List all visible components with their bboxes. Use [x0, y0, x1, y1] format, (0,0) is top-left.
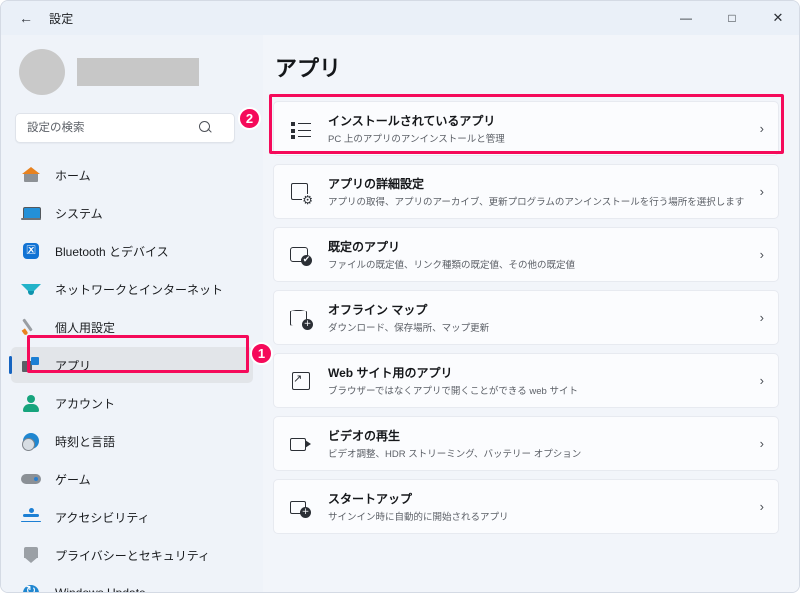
sidebar-item-label: アカウント: [55, 396, 116, 411]
sidebar: ホーム システム Bluetooth とデバイス ネットワークとインターネット …: [1, 35, 263, 593]
chevron-right-icon: ›: [759, 499, 764, 514]
accessibility-icon: [21, 507, 41, 527]
sidebar-item-apps[interactable]: アプリ: [9, 347, 253, 383]
bluetooth-icon: [21, 241, 41, 261]
sidebar-item-windows-update[interactable]: Windows Update: [11, 575, 253, 593]
row-text: 既定のアプリ ファイルの既定値、リンク種類の既定値、その他の既定値: [328, 238, 752, 271]
annotation-badge-1: 1: [250, 342, 273, 365]
default-app-check-icon: [290, 244, 312, 266]
sidebar-item-system[interactable]: システム: [11, 195, 253, 231]
title-bar: ← 設定 — □ ✕: [1, 1, 799, 35]
sidebar-item-accounts[interactable]: アカウント: [11, 385, 253, 421]
row-title: 既定のアプリ: [328, 240, 401, 254]
sidebar-item-accessibility[interactable]: アクセシビリティ: [11, 499, 253, 535]
sidebar-item-label: アプリ: [55, 358, 92, 373]
chevron-right-icon: ›: [759, 310, 764, 325]
row-text: オフライン マップ ダウンロード、保存場所、マップ更新: [328, 301, 752, 334]
row-default-apps[interactable]: 既定のアプリ ファイルの既定値、リンク種類の既定値、その他の既定値 ›: [273, 227, 779, 282]
row-advanced-app-settings[interactable]: アプリの詳細設定 アプリの取得、アプリのアーカイブ、更新プログラムのアンインスト…: [273, 164, 779, 219]
row-subtitle: サインイン時に自動的に開始されるアプリ: [328, 512, 509, 523]
search-icon[interactable]: [196, 118, 216, 138]
account-name-redacted: [77, 58, 199, 86]
account-block[interactable]: [19, 49, 263, 95]
row-title: インストールされているアプリ: [328, 114, 496, 128]
sidebar-item-time-language[interactable]: 時刻と言語: [11, 423, 253, 459]
row-subtitle: ファイルの既定値、リンク種類の既定値、その他の既定値: [328, 260, 576, 271]
sidebar-item-privacy-security[interactable]: プライバシーとセキュリティ: [11, 537, 253, 573]
sidebar-item-home[interactable]: ホーム: [11, 157, 253, 193]
paintbrush-icon: [21, 317, 41, 337]
row-text: インストールされているアプリ PC 上のアプリのアンインストールと管理: [328, 112, 752, 145]
clock-globe-icon: [21, 431, 41, 451]
window-title: 設定: [49, 11, 74, 26]
shield-icon: [21, 545, 41, 565]
sidebar-item-label: ゲーム: [55, 472, 91, 487]
row-text: アプリの詳細設定 アプリの取得、アプリのアーカイブ、更新プログラムのアンインスト…: [328, 175, 752, 208]
app-list-icon: [290, 118, 312, 140]
sidebar-item-label: システム: [55, 206, 103, 221]
row-apps-for-websites[interactable]: Web サイト用のアプリ ブラウザーではなくアプリで開くことができる web サ…: [273, 353, 779, 408]
row-subtitle: PC 上のアプリのアンインストールと管理: [328, 134, 505, 145]
row-text: Web サイト用のアプリ ブラウザーではなくアプリで開くことができる web サ…: [328, 364, 752, 397]
chevron-right-icon: ›: [759, 121, 764, 136]
sidebar-item-label: ホーム: [55, 168, 91, 183]
chevron-right-icon: ›: [759, 247, 764, 262]
sidebar-item-label: プライバシーとセキュリティ: [55, 548, 211, 563]
close-button[interactable]: ✕: [755, 1, 799, 35]
row-title: オフライン マップ: [328, 303, 428, 317]
settings-window: ← 設定 — □ ✕ ホーム システム: [0, 0, 800, 593]
apps-icon: [21, 355, 41, 375]
row-subtitle: ブラウザーではなくアプリで開くことができる web サイト: [328, 386, 578, 397]
row-startup[interactable]: スタートアップ サインイン時に自動的に開始されるアプリ ›: [273, 479, 779, 534]
row-title: アプリの詳細設定: [328, 177, 425, 191]
row-subtitle: アプリの取得、アプリのアーカイブ、更新プログラムのアンインストールを行う場所を選…: [328, 197, 745, 208]
sidebar-item-personalization[interactable]: 個人用設定: [11, 309, 253, 345]
video-camera-icon: [290, 433, 312, 455]
row-title: ビデオの再生: [328, 429, 401, 443]
sidebar-item-label: アクセシビリティ: [55, 510, 150, 525]
chevron-right-icon: ›: [759, 436, 764, 451]
row-subtitle: ダウンロード、保存場所、マップ更新: [328, 323, 490, 334]
sidebar-item-label: Bluetooth とデバイス: [55, 244, 169, 259]
row-title: スタートアップ: [328, 492, 413, 506]
sidebar-item-bluetooth-devices[interactable]: Bluetooth とデバイス: [11, 233, 253, 269]
chevron-right-icon: ›: [759, 373, 764, 388]
chevron-right-icon: ›: [759, 184, 764, 199]
back-button[interactable]: ←: [9, 3, 43, 33]
app-settings-gear-icon: [290, 181, 313, 206]
update-refresh-icon: [21, 583, 41, 592]
window-controls: — □ ✕: [663, 1, 799, 35]
search-input[interactable]: [16, 121, 196, 135]
row-title: Web サイト用のアプリ: [328, 366, 453, 380]
maximize-button[interactable]: □: [709, 1, 755, 35]
home-icon: [21, 165, 41, 185]
account-person-icon: [21, 393, 41, 413]
startup-app-icon: [290, 496, 312, 518]
gamepad-icon: [21, 469, 41, 489]
sidebar-item-network-internet[interactable]: ネットワークとインターネット: [11, 271, 253, 307]
sidebar-item-label: 時刻と言語: [55, 434, 116, 449]
minimize-button[interactable]: —: [663, 1, 709, 35]
wifi-icon: [21, 279, 41, 299]
row-offline-maps[interactable]: オフライン マップ ダウンロード、保存場所、マップ更新 ›: [273, 290, 779, 345]
sidebar-item-label: 個人用設定: [55, 320, 116, 335]
page-title: アプリ: [275, 56, 342, 81]
system-monitor-icon: [21, 203, 41, 223]
row-installed-apps[interactable]: インストールされているアプリ PC 上のアプリのアンインストールと管理 ›: [273, 101, 779, 156]
arrow-left-icon: ←: [19, 10, 33, 26]
sidebar-item-label: Windows Update: [55, 586, 146, 593]
avatar: [19, 49, 65, 95]
row-text: スタートアップ サインイン時に自動的に開始されるアプリ: [328, 490, 752, 523]
row-video-playback[interactable]: ビデオの再生 ビデオ調整、HDR ストリーミング、バッテリー オプション ›: [273, 416, 779, 471]
row-text: ビデオの再生 ビデオ調整、HDR ストリーミング、バッテリー オプション: [328, 427, 752, 460]
main-content: アプリ インストールされているアプリ PC 上のアプリのアンインストールと管理 …: [263, 35, 799, 592]
search-box[interactable]: [15, 113, 235, 143]
sidebar-nav: ホーム システム Bluetooth とデバイス ネットワークとインターネット …: [1, 157, 263, 593]
external-link-icon: [290, 370, 312, 392]
row-subtitle: ビデオ調整、HDR ストリーミング、バッテリー オプション: [328, 449, 582, 460]
annotation-badge-2: 2: [238, 107, 261, 130]
sidebar-item-gaming[interactable]: ゲーム: [11, 461, 253, 497]
offline-map-icon: [290, 307, 313, 330]
sidebar-item-label: ネットワークとインターネット: [55, 282, 224, 297]
